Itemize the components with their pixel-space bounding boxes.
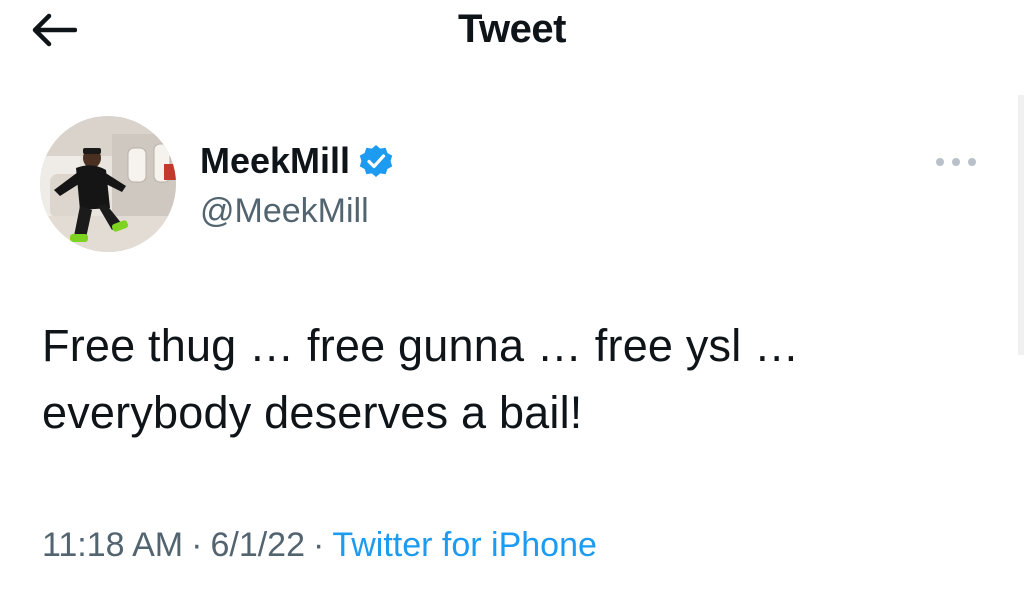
tweet-source-link[interactable]: Twitter for iPhone bbox=[332, 526, 597, 564]
display-name: MeekMill bbox=[200, 140, 351, 181]
tweet-text: Free thug … free gunna … free ysl … ever… bbox=[42, 312, 982, 446]
more-horizontal-icon bbox=[936, 158, 976, 166]
tweet-meta: 11:18 AM · 6/1/22 · Twitter for iPhone bbox=[42, 522, 597, 568]
more-options-button[interactable] bbox=[926, 144, 986, 180]
scroll-indicator bbox=[1018, 95, 1024, 355]
meta-separator: · bbox=[313, 526, 325, 564]
author-handle[interactable]: @MeekMill bbox=[200, 190, 394, 232]
avatar[interactable] bbox=[40, 116, 176, 252]
tweet-author-row: MeekMill @MeekMill bbox=[40, 116, 1000, 256]
tweet-text-line: everybody deserves a bail! bbox=[42, 387, 583, 438]
tweet-text-line: Free thug … free gunna … free ysl … bbox=[42, 320, 800, 371]
tweet-time[interactable]: 11:18 AM bbox=[42, 526, 183, 564]
author-names: MeekMill @MeekMill bbox=[200, 138, 394, 232]
display-name-link[interactable]: MeekMill bbox=[200, 138, 394, 184]
tweet-detail-screen: Tweet MeekMill @MeekMill Free thug … fre… bbox=[0, 0, 1024, 600]
top-navigation-bar: Tweet bbox=[0, 0, 1024, 70]
tweet-date[interactable]: 6/1/22 bbox=[210, 526, 305, 564]
page-title: Tweet bbox=[458, 7, 566, 51]
meta-separator: · bbox=[191, 526, 203, 564]
avatar-image bbox=[40, 116, 176, 252]
verified-badge-icon bbox=[358, 143, 394, 179]
